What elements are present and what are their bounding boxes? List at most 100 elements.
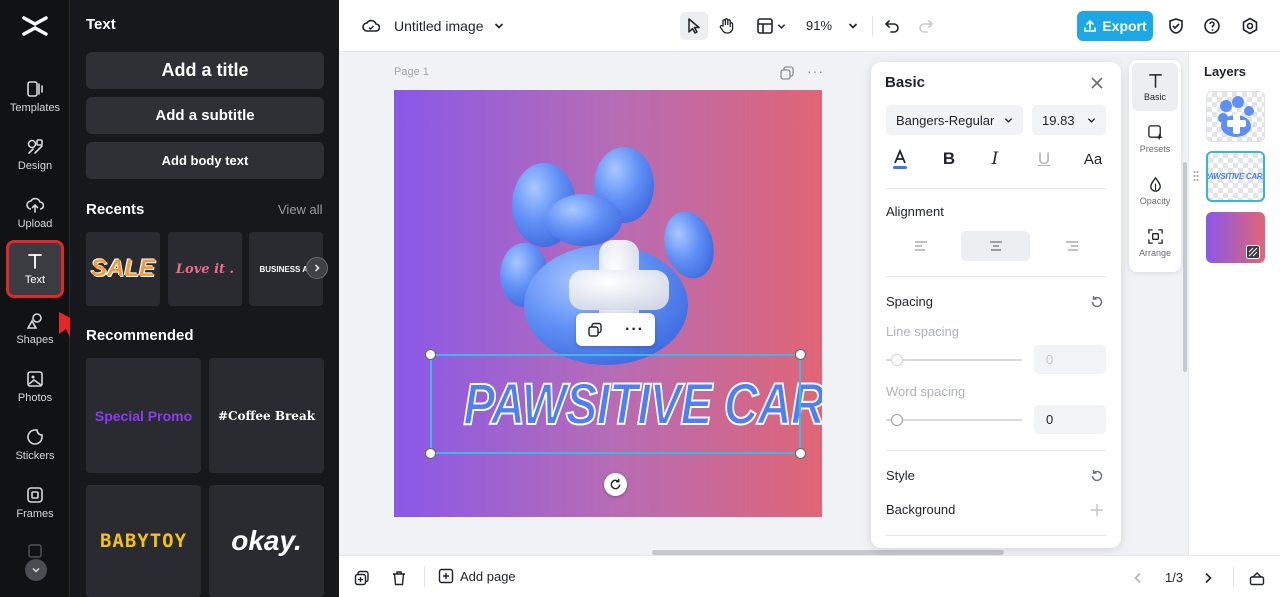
font-size-value: 19.83 [1042,112,1075,128]
rail-item-stickers[interactable]: Stickers [0,420,70,470]
word-spacing-input[interactable]: 0 [1034,405,1106,434]
text-color-button[interactable] [888,148,912,170]
trash-icon[interactable] [389,568,409,588]
drag-handle-icon[interactable] [1193,170,1199,182]
pages-panel-icon[interactable] [1247,568,1267,588]
add-background-icon[interactable] [1090,503,1104,517]
style-label: Style [886,468,915,483]
recommended-item[interactable]: #Coffee Break [209,358,324,473]
select-tool-icon[interactable] [680,12,708,40]
view-all-link[interactable]: View all [278,202,323,217]
rail-label: Design [17,160,53,172]
export-button[interactable]: Export [1077,11,1153,41]
zoom-level[interactable]: 91% [806,18,832,33]
page-label: Page 1 [394,66,429,78]
layer-text-thumbnail: PAWSITIVE CARE [1206,172,1265,181]
page-more-icon[interactable]: ··· [807,63,824,79]
design-icon [27,139,43,154]
align-right-icon[interactable] [1037,231,1106,261]
rail-item-upload[interactable]: Upload [0,188,70,238]
cloud-save-icon[interactable] [359,14,383,38]
recommended-item-text: okay. [231,525,302,556]
recommended-item[interactable]: Special Promo [86,358,201,473]
recent-item[interactable]: SALE [86,232,160,306]
duplicate-page-icon[interactable] [780,66,794,80]
add-title-button[interactable]: Add a title [86,52,324,89]
reset-spacing-icon[interactable] [1090,295,1104,309]
add-subtitle-button[interactable]: Add a subtitle [86,97,324,134]
spacing-label: Spacing [886,294,933,309]
duplicate-icon[interactable] [352,568,372,588]
rotate-icon [610,478,621,490]
shield-icon[interactable] [1164,14,1188,38]
hand-tool-icon[interactable] [715,14,739,38]
next-page-icon[interactable] [1198,568,1218,588]
line-spacing-slider[interactable] [886,359,1022,361]
resize-handle[interactable] [425,448,436,459]
upload-icon [26,197,44,213]
recent-item[interactable]: Love it . [168,232,242,306]
vertical-scrollbar[interactable] [1183,162,1187,372]
pagination: 1/3 [1165,570,1184,585]
rail-item-photos[interactable]: Photos [0,362,70,412]
tab-basic[interactable]: Basic [1132,63,1178,111]
add-page-button[interactable]: Add page [438,568,516,584]
recommended-item[interactable]: okay. [209,485,324,597]
align-left-icon[interactable] [886,231,955,261]
rail-item-templates[interactable]: Templates [0,72,70,122]
panel-title: Text [86,16,116,33]
undo-icon[interactable] [880,14,904,38]
layer-paw-graphic[interactable] [1206,91,1265,142]
word-spacing-slider-knob[interactable] [891,414,903,426]
tab-arrange[interactable]: Arrange [1132,219,1178,267]
underline-icon[interactable]: U [1032,148,1056,170]
recents-next-button[interactable] [306,257,328,279]
zoom-chevron-down-icon[interactable] [841,14,865,38]
font-family-value: Bangers-Regular [896,112,995,128]
layer-text[interactable]: PAWSITIVE CARE [1206,151,1265,202]
add-page-label: Add page [460,568,516,584]
font-size-select[interactable]: 19.83 [1032,105,1106,135]
add-body-text-button[interactable]: Add body text [86,142,324,179]
settings-gear-icon[interactable] [1238,14,1262,38]
export-icon [1084,19,1097,32]
text-case-icon[interactable]: Aa [1080,148,1106,170]
bold-icon[interactable]: B [937,148,961,170]
shapes-icon [26,313,42,329]
tab-label: Opacity [1139,196,1171,206]
align-center-icon[interactable] [961,231,1030,261]
line-spacing-slider-knob[interactable] [891,354,903,366]
font-family-select[interactable]: Bangers-Regular [886,105,1023,135]
text-icon [28,254,42,269]
doc-title-dropdown[interactable]: Untitled image [394,18,504,34]
tab-opacity[interactable]: Opacity [1132,167,1178,215]
word-spacing-slider[interactable] [886,419,1022,421]
resize-handle[interactable] [795,349,806,360]
layout-dropdown[interactable] [751,14,791,38]
rail-item-frames[interactable]: Frames [0,478,70,528]
capcut-logo-icon[interactable] [20,12,50,40]
divider [886,188,1106,189]
recent-item-text: SALE [90,255,155,282]
rail-item-text[interactable]: Text [0,240,70,298]
close-icon[interactable] [1090,76,1104,90]
copy-style-icon[interactable] [587,322,603,338]
reset-style-icon[interactable] [1090,469,1104,483]
redo-icon[interactable] [914,14,938,38]
tab-presets[interactable]: Presets [1132,115,1178,163]
divider [886,450,1106,451]
italic-icon[interactable]: I [983,148,1007,170]
resize-handle[interactable] [425,349,436,360]
rail-label: Photos [17,392,53,404]
rotate-handle[interactable] [604,473,627,496]
line-spacing-input[interactable]: 0 [1034,345,1106,374]
resize-handle[interactable] [795,448,806,459]
more-options-icon[interactable]: ··· [625,321,644,339]
rail-item-design[interactable]: Design [0,130,70,180]
rail-collapse-button[interactable] [25,559,47,581]
line-spacing-label: Line spacing [886,324,959,339]
layer-background[interactable] [1206,212,1265,263]
prev-page-icon[interactable] [1128,568,1148,588]
help-icon[interactable] [1200,14,1224,38]
recommended-item[interactable]: BABYTOY [86,485,201,597]
